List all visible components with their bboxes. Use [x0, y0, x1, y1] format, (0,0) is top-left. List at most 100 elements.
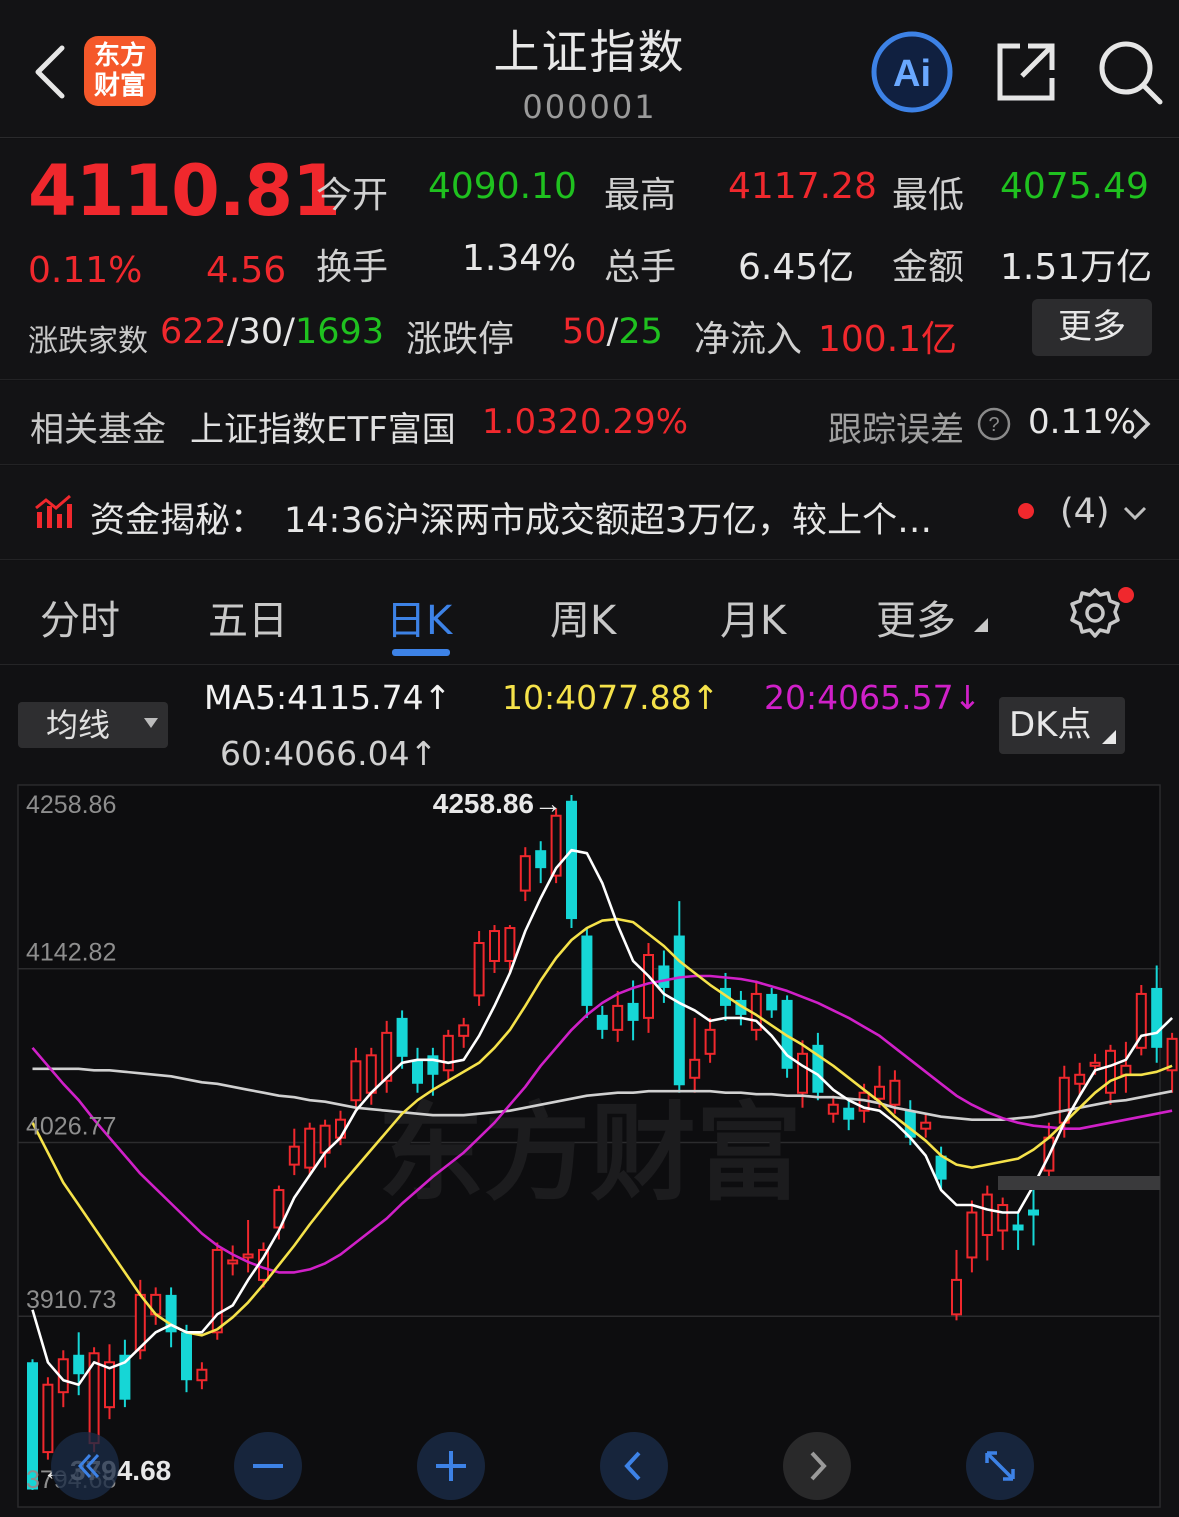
candle-body	[689, 1058, 701, 1079]
search-icon[interactable]	[1096, 38, 1164, 106]
high-label: 最高	[604, 175, 677, 216]
ma10-text: 10:4077.88	[502, 678, 692, 717]
ai-label: Ai	[893, 53, 931, 95]
tab-daily-k[interactable]: 日K	[386, 588, 452, 646]
candle-body	[1105, 1049, 1116, 1094]
tab-five-day[interactable]: 五日	[208, 588, 288, 646]
ma10-value: 10:4077.88↑	[502, 678, 719, 717]
candle-body	[396, 1017, 408, 1057]
dk-point-button[interactable]: DK点	[999, 697, 1125, 754]
candle-body	[335, 1118, 346, 1139]
candle-body	[42, 1383, 54, 1454]
last-price: 4110.81	[28, 150, 341, 232]
ma5-value: MA5:4115.74↑	[204, 678, 451, 717]
candle-body	[412, 1059, 423, 1084]
news-count: (4)	[1060, 492, 1110, 532]
turnover-label: 换手	[316, 247, 389, 288]
breadth-flat: 30	[238, 312, 284, 352]
candle-body	[1028, 1209, 1039, 1216]
settings-gear-icon[interactable]	[1068, 586, 1122, 640]
candle-body	[920, 1121, 932, 1130]
open-value: 4090.10	[428, 166, 577, 207]
volume-label: 总手	[604, 247, 677, 288]
tab-monthly-k[interactable]: 月K	[720, 588, 786, 646]
tracking-error-value: 0.11%	[1028, 402, 1137, 442]
high-value: 4117.28	[728, 166, 877, 207]
tracking-error-label: 跟踪误差	[828, 410, 964, 450]
breadth-slash-2: /	[283, 312, 295, 352]
help-icon[interactable]: ?	[976, 406, 1012, 442]
open-label: 今开	[316, 175, 389, 216]
candle-body	[874, 1085, 885, 1100]
fund-price: 1.032	[482, 402, 580, 442]
dk-corner-icon	[1102, 730, 1116, 744]
tab-more-corner-icon	[974, 618, 988, 632]
zoom-in-button[interactable]	[416, 1431, 486, 1501]
quote-more-button[interactable]: 更多	[1032, 299, 1152, 356]
limit-values: 50/25	[562, 312, 663, 352]
ma20-value: 20:4065.57↓	[764, 678, 981, 717]
candle-body	[951, 1278, 962, 1316]
tab-weekly-k[interactable]: 周K	[550, 588, 616, 646]
limit-label: 涨跌停	[406, 319, 515, 360]
candle-body	[643, 953, 654, 1019]
shrink-left-button[interactable]	[50, 1431, 120, 1501]
candle-body	[981, 1193, 993, 1236]
zoom-out-button[interactable]	[233, 1431, 303, 1501]
candle-body	[889, 1079, 901, 1106]
ma60-value: 60:4066.04↑	[220, 734, 437, 773]
candle-body	[1166, 1037, 1178, 1072]
tab-intraday[interactable]: 分时	[40, 588, 120, 646]
kline-chart[interactable]: 东方财富 4258.864142.824026.773910.733794.68…	[0, 780, 1179, 1517]
candle-body	[134, 1293, 146, 1352]
candle-body	[843, 1107, 855, 1120]
change-value: 4.56	[206, 250, 287, 291]
candle-body	[1089, 1061, 1101, 1067]
tab-more[interactable]: 更多	[876, 588, 956, 646]
y-tick-label: 4026.77	[26, 1113, 116, 1141]
candle-body	[797, 1052, 808, 1094]
ma-select-label: 均线	[46, 706, 111, 744]
candle-body	[1074, 1073, 1086, 1085]
candle-body	[627, 1002, 639, 1021]
ai-assistant-button[interactable]: Ai	[868, 30, 956, 114]
candle-body	[766, 993, 778, 1011]
change-percent: 0.11%	[28, 250, 143, 291]
candle-body	[566, 800, 577, 920]
candle-body	[704, 1028, 716, 1055]
unread-dot	[1018, 503, 1034, 519]
candle-body	[504, 927, 516, 962]
fund-label: 相关基金	[30, 410, 166, 450]
candle-body	[304, 1127, 316, 1169]
news-label: 资金揭秘：	[90, 501, 266, 541]
fund-pct: 0.29%	[580, 402, 689, 442]
ma60-arrow: ↑	[409, 734, 438, 773]
candle-body	[242, 1253, 254, 1259]
candle-body	[73, 1354, 85, 1375]
ma5-arrow: ↑	[423, 678, 452, 717]
scroll-left-button[interactable]	[599, 1431, 669, 1501]
low-label: 最低	[892, 175, 965, 216]
limit-slash: /	[606, 312, 619, 352]
chevron-right-icon	[1132, 408, 1151, 440]
chevron-down-icon[interactable]	[1122, 504, 1148, 522]
candle-body	[458, 1024, 470, 1037]
scroll-right-button[interactable]	[782, 1431, 852, 1501]
volume-bar-overlay	[998, 1176, 1160, 1190]
candle-body	[196, 1368, 208, 1382]
fullscreen-button[interactable]	[965, 1431, 1035, 1501]
max-price-label: 4258.86→	[433, 788, 562, 819]
turnover-value: 1.34%	[462, 238, 577, 279]
amount-value: 1.51万亿	[1000, 247, 1153, 288]
breadth-up: 622	[160, 312, 227, 352]
watermark: 东方财富	[378, 1092, 802, 1215]
candle-body	[489, 930, 500, 962]
candle-body	[442, 1034, 454, 1072]
netflow-label: 净流入	[694, 319, 803, 360]
dropdown-triangle-icon	[144, 718, 158, 728]
y-tick-label: 4258.86	[26, 791, 116, 819]
candle-body	[227, 1259, 239, 1265]
breadth-down: 1693	[294, 312, 385, 352]
svg-text:?: ?	[988, 414, 999, 436]
share-icon[interactable]	[994, 40, 1058, 104]
